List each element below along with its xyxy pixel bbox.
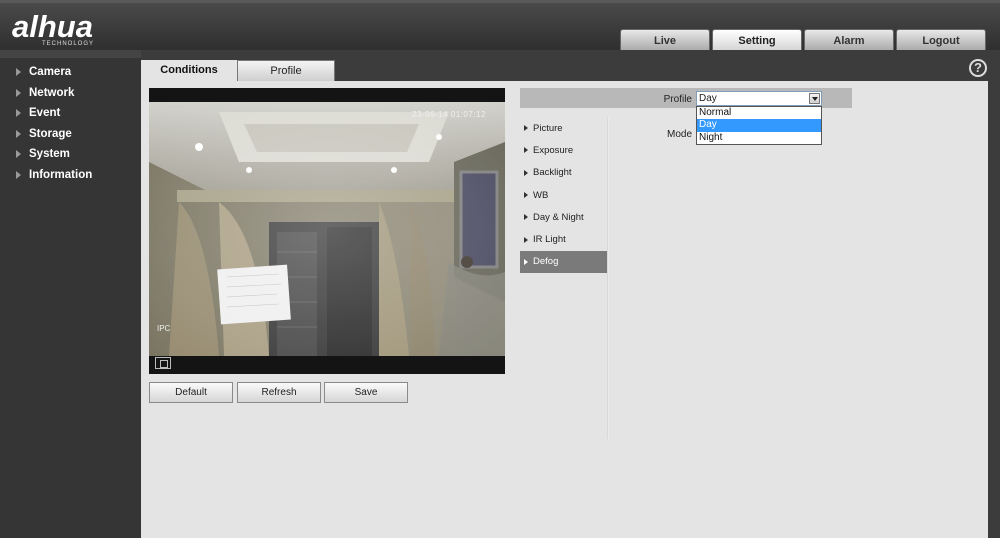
tab-logout[interactable]: Logout <box>896 29 986 51</box>
logo-text: alhua <box>12 9 93 44</box>
menu-item-wb[interactable]: WB <box>520 184 607 206</box>
menu-item-label: Exposure <box>533 144 574 156</box>
app-header: alhua TECHNOLOGY Live Setting Alarm Logo… <box>0 0 1000 51</box>
profile-select[interactable]: Day <box>696 91 822 106</box>
tab-conditions[interactable]: Conditions <box>141 60 237 81</box>
tab-live[interactable]: Live <box>620 29 710 51</box>
caret-right-icon <box>16 109 21 118</box>
tab-setting[interactable]: Setting <box>712 29 802 51</box>
caret-right-icon <box>16 68 21 77</box>
menu-item-label: IR Light <box>533 234 566 246</box>
tab-alarm[interactable]: Alarm <box>804 29 894 51</box>
dahua-logo: alhua TECHNOLOGY <box>12 9 93 47</box>
sidebar-item-network[interactable]: Network <box>0 83 141 104</box>
caret-right-icon <box>16 150 21 159</box>
refresh-button[interactable]: Refresh <box>237 382 321 403</box>
profile-option-normal[interactable]: Normal <box>697 107 821 119</box>
mode-label: Mode <box>666 129 692 140</box>
logo-subtext: TECHNOLOGY <box>42 41 95 47</box>
sidebar-item-label: Information <box>29 168 93 181</box>
menu-item-label: Defog <box>533 256 559 268</box>
sidebar-item-label: Network <box>29 86 75 99</box>
sidebar-item-event[interactable]: Event <box>0 103 141 124</box>
menu-item-label: Day & Night <box>533 211 584 223</box>
video-osd-timestamp: 23-06-14 01:07:12 <box>412 110 486 119</box>
menu-item-ir-light[interactable]: IR Light <box>520 228 607 250</box>
menu-item-defog[interactable]: Defog <box>520 250 607 274</box>
menu-item-day-night[interactable]: Day & Night <box>520 206 607 228</box>
caret-right-icon <box>16 170 21 179</box>
sidebar-item-system[interactable]: System <box>0 144 141 165</box>
profile-select-value: Day <box>699 93 717 104</box>
top-navigation: Live Setting Alarm Logout <box>620 29 988 51</box>
profile-dropdown-list: Normal Day Night <box>696 106 822 145</box>
caret-right-icon <box>524 236 528 243</box>
menu-item-label: Backlight <box>533 167 572 179</box>
caret-right-icon <box>524 147 528 154</box>
profile-option-day[interactable]: Day <box>697 119 821 132</box>
profile-label: Profile <box>663 94 692 105</box>
sidebar-item-label: Event <box>29 107 61 120</box>
caret-right-icon <box>524 214 528 221</box>
question-icon[interactable]: ? <box>969 59 987 77</box>
save-button[interactable]: Save <box>324 382 408 403</box>
tab-profile-management[interactable]: Profile Management <box>237 60 335 98</box>
video-osd-channel: IPC <box>157 324 171 333</box>
sidebar-item-label: Storage <box>29 127 72 140</box>
video-preview <box>149 88 505 374</box>
sidebar-item-information[interactable]: Information <box>0 165 141 186</box>
camera-feed-image <box>149 102 505 356</box>
sidebar-item-storage[interactable]: Storage <box>0 124 141 145</box>
menu-divider <box>607 117 609 439</box>
profile-option-night[interactable]: Night <box>697 132 821 144</box>
sidebar-item-label: Camera <box>29 66 72 79</box>
menu-item-label: Picture <box>533 122 563 134</box>
caret-right-icon <box>16 129 21 138</box>
image-settings-menu: Picture Exposure Backlight WB Day & Nigh… <box>520 117 607 274</box>
sidebar-item-label: System <box>29 148 70 161</box>
caret-right-icon <box>524 258 528 265</box>
menu-item-backlight[interactable]: Backlight <box>520 162 607 184</box>
menu-item-exposure[interactable]: Exposure <box>520 139 607 161</box>
caret-right-icon <box>524 169 528 176</box>
menu-item-label: WB <box>533 189 549 201</box>
sidebar: Camera Network Event Storage System Info… <box>0 50 141 538</box>
fullscreen-icon[interactable] <box>155 357 171 369</box>
menu-item-picture[interactable]: Picture <box>520 117 607 139</box>
caret-right-icon <box>524 192 528 199</box>
caret-right-icon <box>16 88 21 97</box>
sidebar-item-camera[interactable]: Camera <box>0 62 141 83</box>
default-button[interactable]: Default <box>149 382 233 403</box>
caret-right-icon <box>524 125 528 132</box>
subtab-bar: Conditions Profile Management <box>141 60 335 98</box>
chevron-down-icon[interactable] <box>809 93 820 104</box>
